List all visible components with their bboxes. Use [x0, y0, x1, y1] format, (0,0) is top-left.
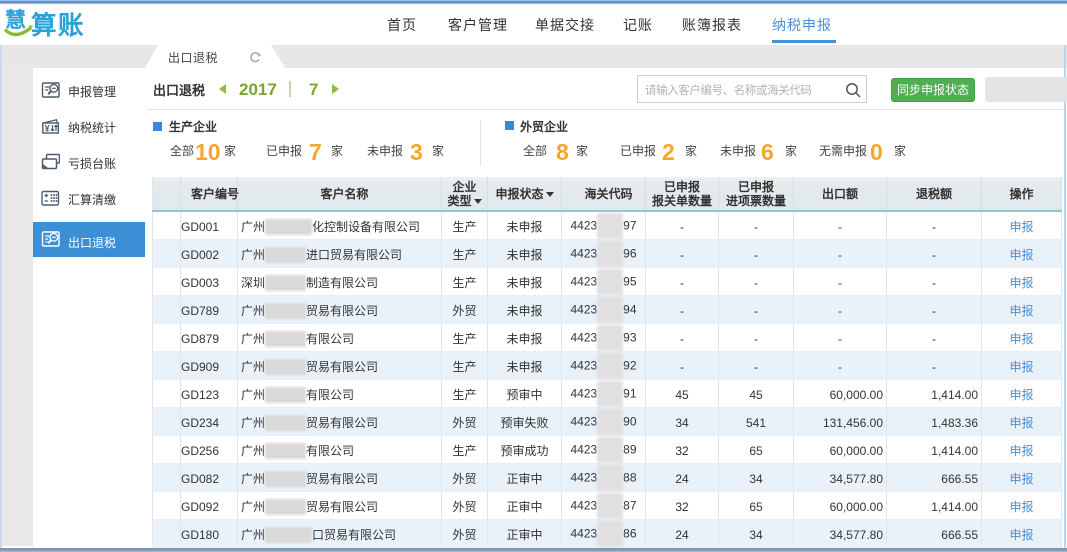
svg-text:算账: 算账: [31, 5, 85, 42]
svg-text:¥: ¥: [45, 124, 50, 134]
svg-text:慧: 慧: [5, 4, 26, 34]
